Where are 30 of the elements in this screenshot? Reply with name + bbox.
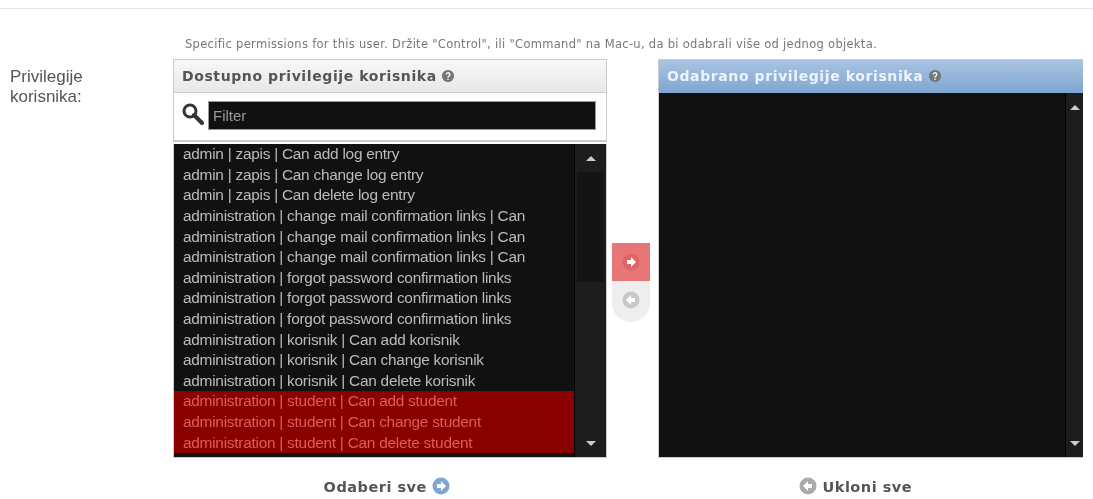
scrollbar[interactable]: [1065, 93, 1083, 458]
help-icon: [442, 70, 455, 83]
option-item[interactable]: admin | zapis | Can add log entry: [174, 144, 574, 165]
panel-header: Dostupno privilegije korisnika: [174, 60, 606, 94]
option-item[interactable]: admin | zapis | Can change log entry: [174, 164, 574, 186]
remove-all-link[interactable]: Ukloni sve: [798, 479, 913, 496]
arrow-left-icon: [622, 291, 640, 310]
help-text: Specific permissions for this user. Držite "Control", ili "Command" na Mac-u, da bi odabrali više od jednog objekta.: [185, 36, 878, 53]
arrow-right-icon: [622, 253, 640, 272]
option-item[interactable]: administration | korisnik | Can change korisnik: [174, 350, 574, 371]
scrollbar[interactable]: [574, 144, 606, 458]
filter-field[interactable]: Filter: [208, 101, 596, 131]
option-item[interactable]: administration | forgot password confirmation links: [174, 267, 574, 289]
options-list[interactable]: [173, 144, 607, 459]
option-item[interactable]: administration | forgot password confirmation links: [174, 288, 574, 309]
add-button[interactable]: [612, 243, 650, 282]
help-icon: [928, 70, 941, 83]
arrow-right-icon: [432, 477, 451, 496]
option-item[interactable]: administration | korisnik | Can delete korisnik: [174, 370, 574, 392]
search-icon: [182, 103, 204, 126]
option-item[interactable]: administration | change mail confirmation links | Can: [174, 247, 574, 268]
option-item[interactable]: administration | change mail confirmation links | Can: [174, 206, 574, 227]
option-item[interactable]: administration | change mail confirmation links | Can: [174, 226, 574, 248]
choose-all-link[interactable]: Odaberi sve: [323, 479, 451, 496]
option-item[interactable]: administration | forgot password confirmation links: [174, 309, 574, 330]
option-item[interactable]: administration | korisnik | Can add korisnik: [174, 329, 574, 351]
arrow-left-icon: [798, 477, 817, 496]
field-label: Privilegije korisnika:: [9, 66, 84, 109]
option-item[interactable]: admin | zapis | Can delete log entry: [174, 185, 574, 207]
panel-header: Odabrano privilegije korisnika: [659, 60, 1083, 94]
